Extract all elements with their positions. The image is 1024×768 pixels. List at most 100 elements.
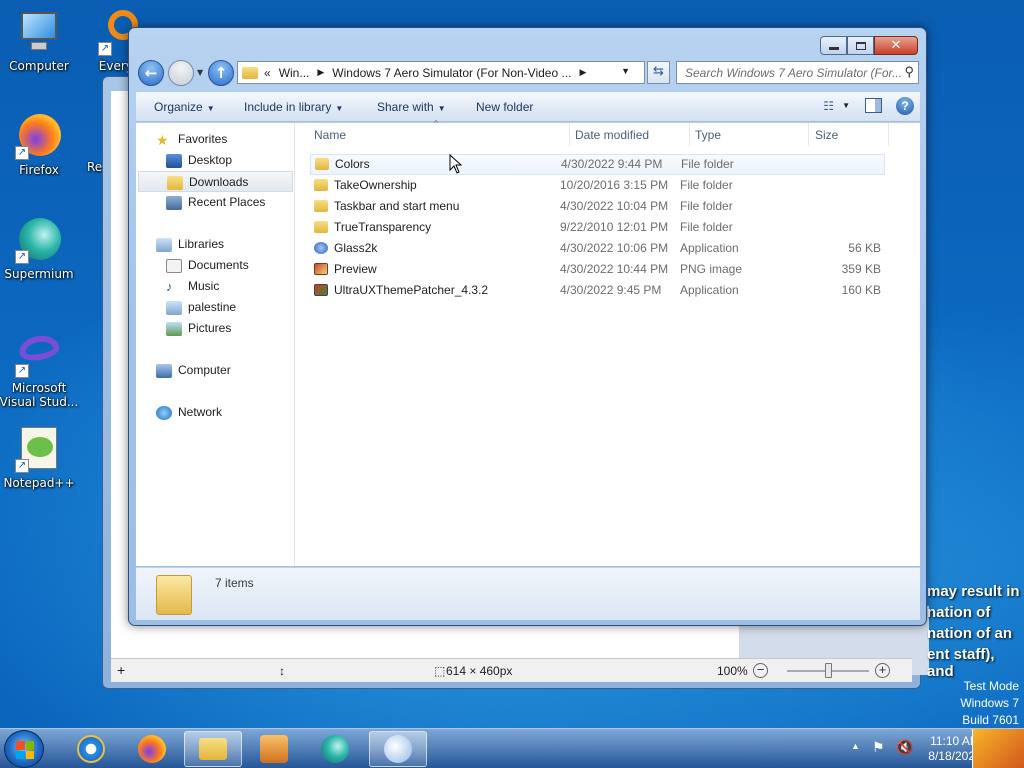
desktop-icon-label: Microsoft Visual Stud... [0, 381, 79, 409]
taskbar-file-explorer[interactable] [184, 731, 242, 767]
nav-network[interactable]: Network [156, 402, 222, 423]
library-icon [166, 300, 182, 315]
action-center-icon[interactable]: ⚑ [872, 739, 885, 756]
chevron-down-icon: ▼ [206, 104, 215, 113]
show-desktop-button[interactable] [972, 729, 1024, 768]
file-row[interactable]: TrueTransparency 9/22/2010 12:01 PM File… [310, 217, 885, 238]
downloads-icon [167, 175, 183, 190]
volume-muted-icon[interactable]: 🔇 [896, 739, 913, 756]
taskbar-firefox[interactable] [123, 731, 181, 767]
desktop-icon-firefox[interactable]: ↗ Firefox [0, 112, 82, 177]
music-icon: ♪ [166, 278, 173, 294]
shortcut-arrow-icon: ↗ [15, 146, 29, 160]
desktop-icon-visual-studio[interactable]: ↗ Microsoft Visual Stud... [0, 330, 82, 409]
chevron-right-icon[interactable]: ▶ [580, 67, 587, 78]
up-button[interactable]: ↑ [208, 60, 234, 86]
recent-places-icon [166, 195, 182, 210]
nav-music[interactable]: ♪ Music [166, 276, 219, 297]
column-header-size[interactable]: Size [815, 128, 838, 142]
nav-palestine[interactable]: palestine [166, 297, 236, 318]
file-row[interactable]: Colors 4/30/2022 9:44 PM File folder [310, 154, 885, 175]
desktop-icon-supermium[interactable]: ↗ Supermium [0, 216, 82, 281]
column-header-type[interactable]: Type [695, 128, 721, 142]
recent-pages-dropdown[interactable]: ▼ [197, 68, 203, 77]
breadcrumb-current[interactable]: Windows 7 Aero Simulator (For Non-Video … [332, 66, 571, 80]
breadcrumb-root[interactable]: Win... [279, 66, 310, 80]
chevron-down-icon: ▼ [335, 104, 344, 113]
desktop-icon-computer[interactable]: Computer [0, 8, 82, 73]
file-row[interactable]: Preview 4/30/2022 10:44 PM PNG image 359… [310, 259, 885, 280]
change-view-icon[interactable]: ☷ [823, 99, 834, 113]
search-icon: ⚲ [904, 64, 914, 79]
share-with-button[interactable]: Share with ▼ [377, 100, 446, 114]
column-header-date[interactable]: Date modified [575, 128, 649, 142]
firefox-icon: ↗ [15, 112, 63, 160]
taskbar-supermium[interactable] [306, 731, 364, 767]
shortcut-arrow-icon: ↗ [98, 42, 112, 56]
sort-indicator-icon: ^ [434, 119, 438, 128]
nav-pictures[interactable]: Pictures [166, 318, 231, 339]
arrow-up-icon: ↑ [214, 64, 228, 82]
selection-icon[interactable]: ↕ [279, 664, 285, 678]
application-icon [314, 284, 328, 296]
file-row[interactable]: TakeOwnership 10/20/2016 3:15 PM File fo… [310, 175, 885, 196]
address-bar[interactable]: « Win... ▶ Windows 7 Aero Simulator (For… [237, 61, 645, 84]
nav-recent-places[interactable]: Recent Places [166, 192, 265, 213]
refresh-button[interactable]: ⇆ [647, 61, 670, 84]
column-header-name[interactable]: Name [314, 128, 346, 142]
address-overflow[interactable]: « [264, 66, 271, 80]
test-mode-watermark: Test Mode Windows 7 Build 7601 [960, 679, 1019, 727]
fit-icon[interactable]: + [117, 662, 125, 678]
zoom-slider-thumb[interactable] [825, 663, 832, 678]
internet-explorer-icon [77, 735, 105, 763]
details-pane: 7 items [136, 567, 920, 620]
new-folder-button[interactable]: New folder [476, 100, 533, 114]
arrow-left-icon: ← [144, 64, 158, 82]
taskbar-internet-explorer[interactable] [62, 731, 120, 767]
file-list: ^ Name Date modified Type Size Colors 4/… [296, 119, 920, 566]
close-button[interactable]: ✕ [874, 36, 918, 55]
paint-icon [384, 735, 412, 763]
folder-icon [314, 200, 328, 212]
forward-button[interactable] [168, 60, 194, 86]
nav-libraries[interactable]: Libraries [156, 234, 224, 255]
computer-icon [156, 363, 172, 378]
taskbar-paint[interactable] [369, 731, 427, 767]
nav-downloads[interactable]: Downloads [138, 171, 293, 192]
zoom-in-button[interactable]: + [875, 663, 890, 678]
explorer-window[interactable]: ✕ ← ▼ ↑ « Win... ▶ Windows 7 Aero Simula… [128, 27, 927, 626]
file-row[interactable]: Glass2k 4/30/2022 10:06 PM Application 5… [310, 238, 885, 259]
maximize-button[interactable] [847, 36, 874, 55]
nav-computer[interactable]: Computer [156, 360, 231, 381]
chevron-down-icon[interactable]: ▼ [842, 101, 850, 110]
file-row[interactable]: UltraUXThemePatcher_4.3.2 4/30/2022 9:45… [310, 280, 885, 301]
desktop-icon-label: Supermium [4, 267, 74, 281]
column-headers: ^ Name Date modified Type Size [296, 119, 920, 146]
nav-documents[interactable]: Documents [166, 255, 249, 276]
organize-button[interactable]: Organize ▼ [154, 100, 215, 114]
show-hidden-icons-icon[interactable]: ▲ [851, 741, 860, 751]
nav-favorites[interactable]: ★ Favorites [156, 129, 227, 150]
desktop-icon-label: Computer [9, 59, 69, 73]
back-button[interactable]: ← [138, 60, 164, 86]
image-file-icon [314, 263, 328, 275]
system-tray: ▲ ⚑ 🔇 11:10 AM 8/18/2024 [824, 729, 1024, 768]
help-button[interactable]: ? [896, 97, 914, 115]
minimize-icon [828, 46, 839, 50]
file-explorer-icon [199, 738, 227, 760]
search-input[interactable]: Search Windows 7 Aero Simulator (For... … [676, 61, 919, 84]
include-in-library-button[interactable]: Include in library ▼ [244, 100, 343, 114]
chevron-right-icon[interactable]: ▶ [317, 67, 324, 78]
desktop-icon-notepad-plus-plus[interactable]: ↗ Notepad++ [0, 425, 82, 490]
address-dropdown-icon[interactable]: ▼ [621, 66, 630, 76]
zoom-out-button[interactable]: − [753, 663, 768, 678]
zoom-level: 100% [717, 664, 748, 678]
minimize-button[interactable] [820, 36, 847, 55]
background-text-line: ent staff), and [927, 646, 995, 680]
file-row[interactable]: Taskbar and start menu 4/30/2022 10:04 P… [310, 196, 885, 217]
notepad-plus-plus-icon: ↗ [15, 425, 63, 473]
taskbar-media-player[interactable] [245, 731, 303, 767]
start-button[interactable] [4, 730, 44, 768]
nav-desktop[interactable]: Desktop [166, 150, 232, 171]
preview-pane-button[interactable] [865, 98, 882, 113]
